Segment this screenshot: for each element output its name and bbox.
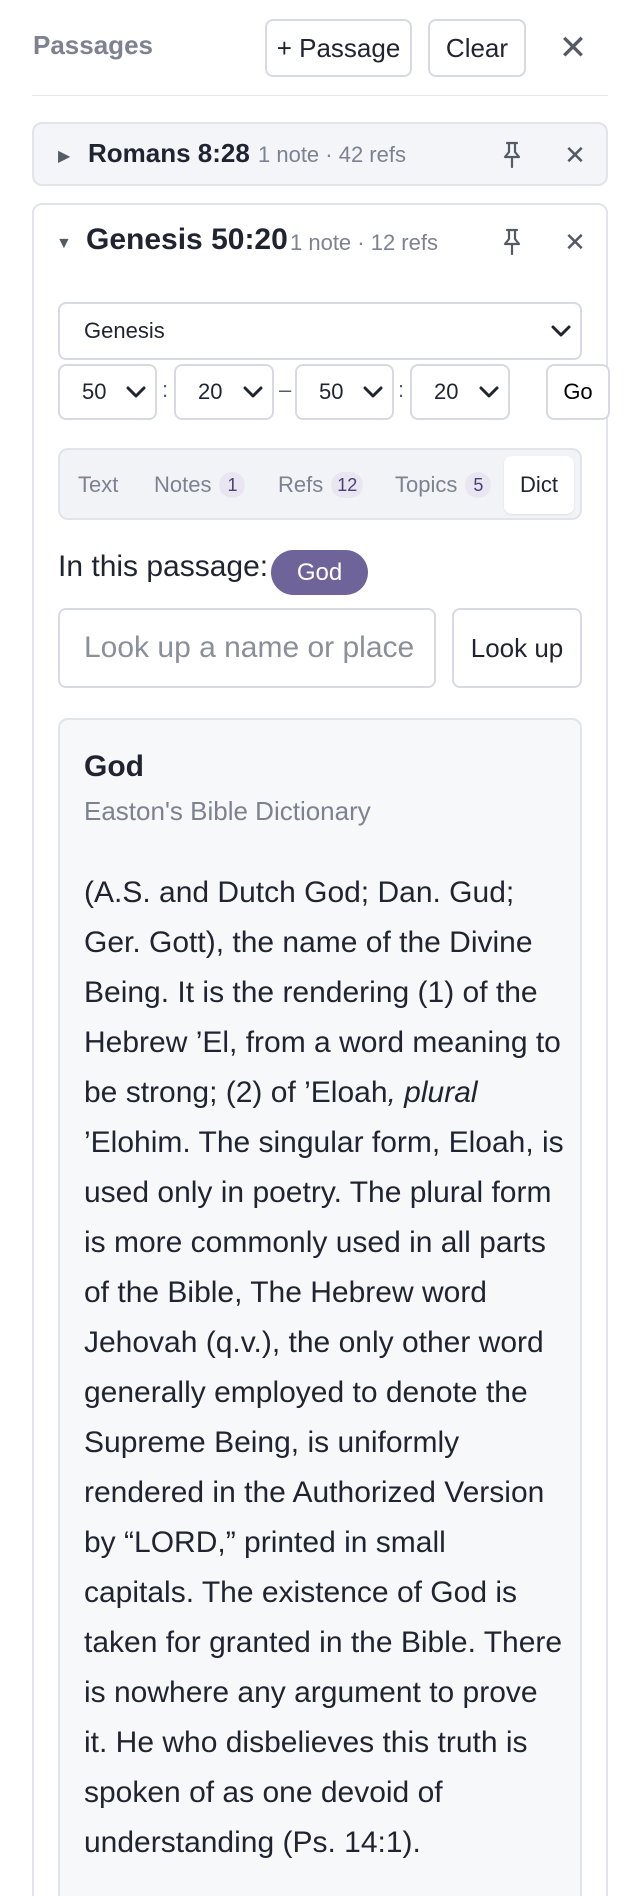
chevron-down-icon: [242, 379, 264, 405]
passage-card-romans[interactable]: ▶ Romans 8:28 1 note · 42 refs ✕: [32, 122, 608, 186]
passage-card-genesis: ▼ Genesis 50:20 1 note · 12 refs ✕ Genes…: [32, 203, 610, 1896]
tab-label: Dict: [520, 472, 558, 497]
dictionary-entry: God Easton's Bible Dictionary (A.S. and …: [58, 718, 582, 1896]
in-passage-label: In this passage:: [58, 550, 269, 583]
range-colon: :: [162, 377, 169, 402]
lookup-input[interactable]: [58, 608, 436, 688]
close-passage-icon[interactable]: ✕: [560, 227, 590, 257]
pin-icon[interactable]: [500, 227, 524, 257]
caret-down-icon[interactable]: ▼: [56, 235, 72, 253]
pin-icon[interactable]: [500, 140, 524, 170]
book-select-value: Genesis: [84, 318, 165, 343]
tab-label: Notes: [154, 472, 212, 497]
entry-body-italic: , plural: [387, 1076, 478, 1109]
go-button[interactable]: Go: [546, 364, 610, 420]
entry-body-text: ’Elohim. The singular form, Eloah, is us…: [84, 1126, 564, 1859]
entry-body: (A.S. and Dutch God; Dan. Gud; Ger. Gott…: [84, 868, 564, 1868]
chevron-down-icon: [125, 379, 147, 405]
tab-notes[interactable]: Notes 1: [154, 456, 246, 514]
close-panel-icon[interactable]: ✕: [553, 28, 593, 68]
to-verse-select[interactable]: 20: [410, 364, 510, 420]
entry-term: God: [84, 750, 144, 783]
close-passage-icon[interactable]: ✕: [560, 140, 590, 170]
to-chapter-value: 50: [319, 379, 344, 404]
tab-label: Refs: [278, 472, 324, 497]
tab-topics[interactable]: Topics 5: [395, 456, 492, 514]
entry-source: Easton's Bible Dictionary: [84, 796, 371, 826]
passage-ref: Romans 8:28: [88, 138, 250, 168]
passage-meta: 1 note · 42 refs: [258, 142, 406, 167]
lookup-button[interactable]: Look up: [452, 608, 582, 688]
tab-label: Text: [78, 472, 119, 497]
chevron-down-icon: [550, 318, 572, 344]
range-colon: :: [398, 377, 405, 402]
from-verse-value: 20: [198, 379, 223, 404]
add-passage-button[interactable]: + Passage: [265, 19, 412, 77]
passage-ref: Genesis 50:20: [86, 223, 288, 256]
clear-button[interactable]: Clear: [428, 19, 526, 77]
book-select[interactable]: Genesis: [58, 302, 582, 360]
count-badge: 5: [465, 472, 492, 498]
count-badge: 1: [219, 472, 246, 498]
tab-refs[interactable]: Refs 12: [278, 456, 364, 514]
passage-meta: 1 note · 12 refs: [290, 230, 438, 255]
tab-dict[interactable]: Dict: [504, 456, 574, 514]
count-badge: 12: [331, 472, 364, 498]
passage-tabs: Text Notes 1 Refs 12 Topics 5 Dict: [58, 448, 582, 520]
caret-right-icon[interactable]: ▶: [58, 146, 70, 166]
term-chip[interactable]: God: [271, 550, 368, 595]
entry-body-text: (A.S. and Dutch God; Dan. Gud; Ger. Gott…: [84, 876, 561, 1109]
from-verse-select[interactable]: 20: [174, 364, 274, 420]
tab-text[interactable]: Text: [78, 456, 118, 514]
range-dash: –: [279, 377, 292, 402]
to-chapter-select[interactable]: 50: [295, 364, 394, 420]
from-chapter-select[interactable]: 50: [58, 364, 157, 420]
from-chapter-value: 50: [82, 379, 107, 404]
panel-title: Passages: [33, 30, 153, 60]
chevron-down-icon: [478, 379, 500, 405]
passages-header: Passages + Passage Clear ✕: [32, 0, 608, 96]
tab-label: Topics: [395, 472, 458, 497]
chevron-down-icon: [362, 379, 384, 405]
to-verse-value: 20: [434, 379, 459, 404]
